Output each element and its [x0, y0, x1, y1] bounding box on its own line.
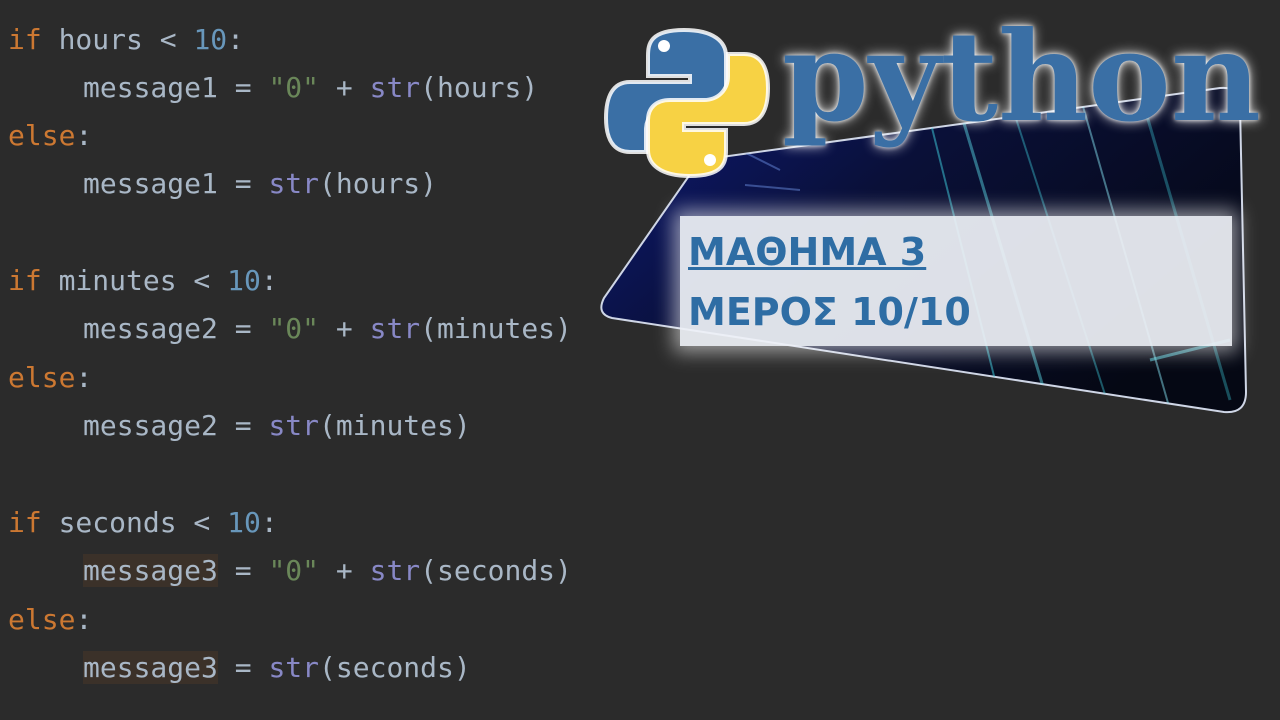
code-line: message2 = "0" + str(minutes) — [8, 309, 572, 349]
code-token: (hours) — [319, 167, 438, 200]
code-token: (seconds) — [319, 651, 471, 684]
code-line: message1 = "0" + str(hours) — [8, 68, 538, 108]
code-token: message3 — [83, 651, 218, 684]
code-token: str — [369, 312, 421, 345]
code-token: "0" — [268, 554, 320, 587]
code-token: = — [217, 312, 269, 345]
code-token: if — [8, 23, 42, 56]
code-token: str — [268, 409, 320, 442]
code-token: + — [319, 554, 370, 587]
code-token: : — [227, 23, 245, 56]
code-token: : — [260, 264, 278, 297]
code-token: "0" — [268, 71, 320, 104]
code-line: message2 = str(minutes) — [8, 406, 471, 446]
code-token: str — [369, 554, 421, 587]
code-token: : — [75, 603, 93, 636]
code-token: 10 — [227, 264, 261, 297]
code-token: "0" — [268, 312, 320, 345]
code-token: = — [217, 71, 269, 104]
code-token: str — [268, 651, 320, 684]
code-token: str — [268, 167, 320, 200]
code-token: hours < — [41, 23, 194, 56]
code-token: message2 — [83, 312, 218, 345]
code-line: else: — [8, 116, 92, 156]
code-line: if hours < 10: — [8, 20, 244, 60]
code-token: str — [369, 71, 421, 104]
code-token: + — [319, 312, 370, 345]
code-token: = — [217, 554, 269, 587]
code-token: = — [217, 167, 269, 200]
code-token: 10 — [227, 506, 261, 539]
code-token: message3 — [83, 554, 218, 587]
code-token: : — [75, 361, 93, 394]
code-line: message3 = "0" + str(seconds) — [8, 551, 572, 591]
code-line: message3 = str(seconds) — [8, 648, 471, 688]
code-line: else: — [8, 358, 92, 398]
code-line: if seconds < 10: — [8, 503, 278, 543]
code-token: : — [75, 119, 93, 152]
code-line: message1 = str(hours) — [8, 164, 437, 204]
code-token: = — [217, 409, 269, 442]
code-token: message1 — [83, 71, 218, 104]
code-token: message1 — [83, 167, 218, 200]
code-token: : — [260, 506, 278, 539]
code-token: else — [8, 119, 76, 152]
code-token: else — [8, 361, 76, 394]
code-token: minutes < — [41, 264, 228, 297]
code-line: if minutes < 10: — [8, 261, 278, 301]
code-token: = — [217, 651, 269, 684]
code-token: + — [319, 71, 370, 104]
code-token: (minutes) — [420, 312, 572, 345]
code-editor: if hours < 10: message1 = "0" + str(hours… — [0, 0, 1280, 720]
code-token: (minutes) — [319, 409, 471, 442]
code-token: message2 — [83, 409, 218, 442]
code-token: if — [8, 264, 42, 297]
code-token: else — [8, 603, 76, 636]
code-token: if — [8, 506, 42, 539]
code-token: seconds < — [41, 506, 228, 539]
code-token: 10 — [193, 23, 228, 56]
code-line: else: — [8, 600, 92, 640]
code-token: (seconds) — [420, 554, 572, 587]
code-token: (hours) — [420, 71, 539, 104]
